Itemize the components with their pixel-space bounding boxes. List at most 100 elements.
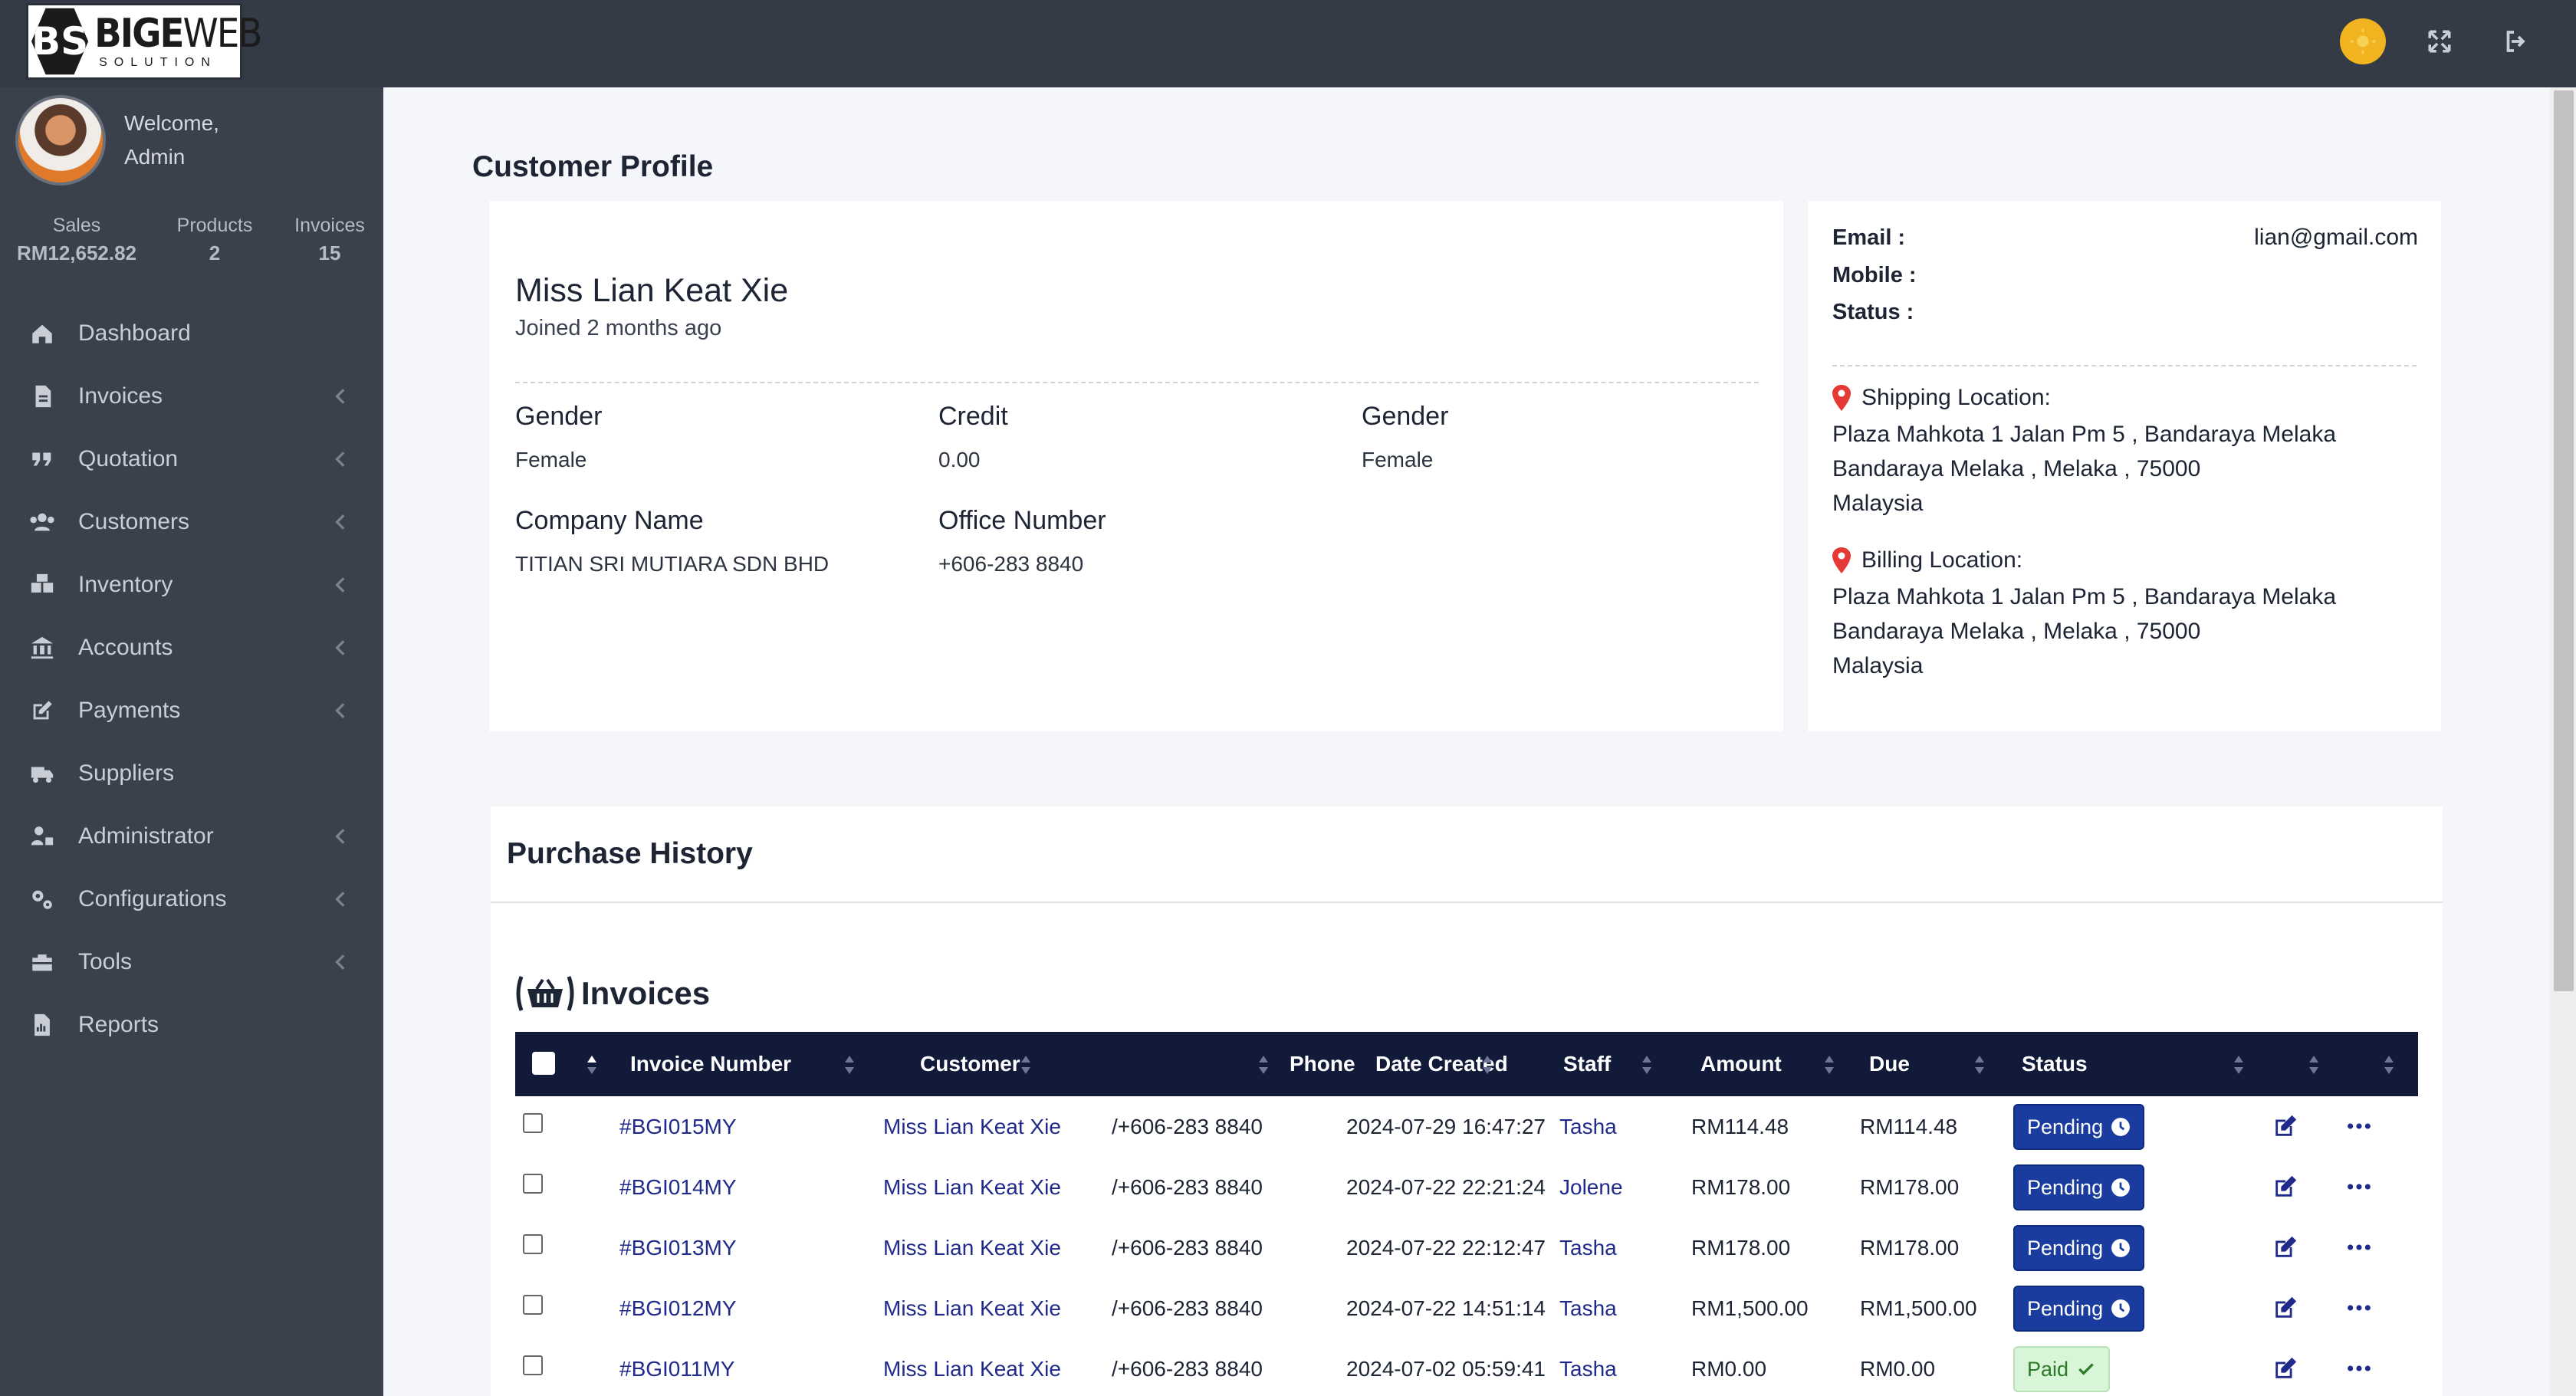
row-checkbox[interactable] (523, 1355, 543, 1375)
sort-icon[interactable] (1641, 1055, 1653, 1075)
column-header-amount[interactable]: Amount (1700, 1032, 1782, 1096)
avatar[interactable] (15, 95, 106, 186)
cell-staff[interactable]: Tasha (1559, 1096, 1617, 1157)
more-options-icon[interactable] (2346, 1113, 2372, 1139)
chevron-left-icon (335, 452, 345, 467)
cell-due: RM0.00 (1860, 1357, 1936, 1381)
edit-icon (29, 698, 55, 724)
user-lock-icon (29, 823, 55, 849)
sidebar-item-dashboard[interactable]: Dashboard (0, 302, 383, 365)
cell-invoice[interactable]: #BGI012MY (619, 1278, 737, 1339)
column-header-due[interactable]: Due (1869, 1032, 1910, 1096)
shopping-basket-icon (516, 976, 574, 1011)
edit-icon[interactable] (2272, 1113, 2298, 1139)
edit-icon[interactable] (2272, 1174, 2298, 1200)
cell-amount: RM178.00 (1691, 1175, 1791, 1199)
cogs-icon (29, 886, 55, 912)
more-options-icon[interactable] (2346, 1355, 2372, 1381)
edit-icon[interactable] (2272, 1295, 2298, 1321)
row-checkbox[interactable] (523, 1295, 543, 1315)
truck-icon (29, 760, 55, 787)
cell-customer[interactable]: Miss Lian Keat Xie (883, 1278, 1061, 1339)
table-row: #BGI012MY Miss Lian Keat Xie /+606-283 884… (515, 1278, 2418, 1339)
sort-icon[interactable] (1481, 1055, 1493, 1075)
sort-icon[interactable] (1973, 1055, 1986, 1075)
logo-subtitle: SOLUTION (99, 56, 217, 69)
more-options-icon[interactable] (2346, 1295, 2372, 1321)
column-header-customer[interactable]: Customer (920, 1032, 1020, 1096)
status-badge[interactable]: Pending (2013, 1104, 2145, 1150)
sort-icon[interactable] (2233, 1055, 2245, 1075)
stat-sales: Sales RM12,652.82 (16, 215, 137, 264)
cell-date: 2024-07-29 16:47:27 (1346, 1115, 1546, 1138)
row-checkbox[interactable] (523, 1234, 543, 1254)
chevron-left-icon (335, 829, 345, 844)
column-header-status[interactable]: Status (2022, 1032, 2088, 1096)
cell-customer[interactable]: Miss Lian Keat Xie (883, 1339, 1061, 1396)
sort-icon[interactable] (2308, 1055, 2320, 1075)
email-value: lian@gmail.com (2254, 225, 2418, 250)
sort-icon[interactable] (2383, 1055, 2395, 1075)
row-checkbox[interactable] (523, 1113, 543, 1133)
status-badge[interactable]: Paid (2013, 1346, 2111, 1392)
cell-staff[interactable]: Tasha (1559, 1278, 1617, 1339)
edit-icon[interactable] (2272, 1355, 2298, 1381)
sidebar-item-payments[interactable]: Payments (0, 679, 383, 742)
more-options-icon[interactable] (2346, 1174, 2372, 1200)
sort-icon[interactable] (586, 1055, 598, 1075)
edit-icon[interactable] (2272, 1234, 2298, 1260)
status-badge[interactable]: Pending (2013, 1164, 2145, 1210)
logout-icon[interactable] (2493, 18, 2539, 64)
cell-invoice[interactable]: #BGI011MY (619, 1339, 734, 1396)
sidebar-item-reports[interactable]: Reports (0, 994, 383, 1056)
sidebar: Welcome, Admin Sales RM12,652.82 Product… (0, 87, 383, 1396)
cell-invoice[interactable]: #BGI013MY (619, 1217, 737, 1278)
sidebar-item-invoices[interactable]: Invoices (0, 365, 383, 428)
sort-icon[interactable] (1823, 1055, 1835, 1075)
more-options-icon[interactable] (2346, 1234, 2372, 1260)
scrollbar-thumb[interactable] (2554, 90, 2574, 991)
sidebar-item-tools[interactable]: Tools (0, 931, 383, 994)
user-block: Welcome, Admin (15, 95, 219, 186)
user-name: Admin (124, 145, 186, 169)
cell-customer[interactable]: Miss Lian Keat Xie (883, 1217, 1061, 1278)
sidebar-item-inventory[interactable]: Inventory (0, 553, 383, 616)
file-icon (29, 383, 55, 409)
cell-phone: /+606-283 8840 (1112, 1175, 1263, 1199)
sidebar-item-accounts[interactable]: Accounts (0, 616, 383, 679)
status-badge[interactable]: Pending (2013, 1286, 2145, 1332)
cell-staff[interactable]: Tasha (1559, 1339, 1617, 1396)
cell-staff[interactable]: Tasha (1559, 1217, 1617, 1278)
status-badge[interactable]: Pending (2013, 1225, 2145, 1271)
sidebar-item-customers[interactable]: Customers (0, 491, 383, 553)
sort-icon[interactable] (1257, 1055, 1270, 1075)
column-header-invoice-number[interactable]: Invoice Number (630, 1032, 791, 1096)
column-header-phone[interactable]: Phone (1290, 1032, 1355, 1096)
sidebar-item-quotation[interactable]: Quotation (0, 428, 383, 491)
gender-value: Female (515, 448, 587, 471)
stat-products: Products 2 (176, 215, 253, 264)
cell-staff[interactable]: Jolene (1559, 1157, 1623, 1217)
cell-customer[interactable]: Miss Lian Keat Xie (883, 1096, 1061, 1157)
select-all-checkbox[interactable] (532, 1052, 555, 1075)
sort-icon[interactable] (1020, 1055, 1032, 1075)
cell-customer[interactable]: Miss Lian Keat Xie (883, 1157, 1061, 1217)
fullscreen-icon[interactable] (2417, 18, 2463, 64)
sidebar-item-label: Payments (78, 698, 181, 723)
sidebar-item-configurations[interactable]: Configurations (0, 868, 383, 931)
chevron-left-icon (335, 892, 345, 907)
brand-logo[interactable]: BS BIGEWEB SOLUTION (26, 3, 262, 80)
row-checkbox[interactable] (523, 1174, 543, 1194)
shipping-location-heading: Shipping Location: (1832, 385, 2051, 411)
cell-phone: /+606-283 8840 (1112, 1357, 1263, 1381)
divider (1832, 365, 2417, 366)
cell-invoice[interactable]: #BGI015MY (619, 1096, 737, 1157)
column-header-staff[interactable]: Staff (1563, 1032, 1611, 1096)
theme-toggle-sun-icon[interactable] (2340, 18, 2386, 64)
cell-due: RM114.48 (1860, 1115, 1958, 1138)
sidebar-item-suppliers[interactable]: Suppliers (0, 742, 383, 805)
sidebar-item-administrator[interactable]: Administrator (0, 805, 383, 868)
quote-icon (29, 446, 55, 472)
cell-invoice[interactable]: #BGI014MY (619, 1157, 737, 1217)
sort-icon[interactable] (843, 1055, 856, 1075)
